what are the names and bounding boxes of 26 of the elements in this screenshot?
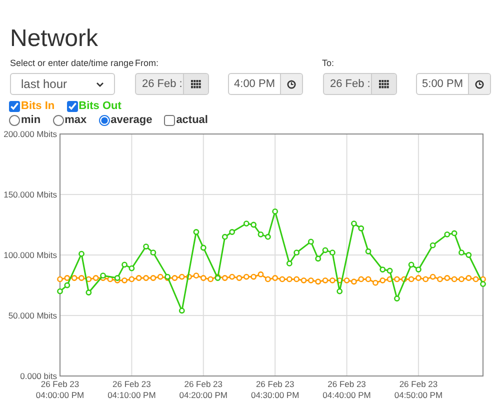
range-value: last hour <box>21 76 68 93</box>
x-tick-label: 26 Feb 23 04:20:00 PM <box>179 379 228 400</box>
date-value: 26 Feb : <box>329 77 371 92</box>
mode-label: min <box>21 113 41 127</box>
mode-label: average <box>110 113 152 127</box>
mode-label: max <box>64 113 87 127</box>
date-value: 26 Feb : <box>141 77 183 92</box>
x-tick-label: 26 Feb 23 04:00:00 PM <box>36 379 84 400</box>
x-tick-label: 26 Feb 23 04:50:00 PM <box>394 379 443 400</box>
page-title: Network <box>10 24 98 54</box>
y-tick-label: 100.000 Mbits <box>4 250 57 260</box>
time-value: 4:00 PM <box>233 77 276 92</box>
from-label: From: <box>135 57 160 70</box>
x-tick-label: 26 Feb 23 04:40:00 PM <box>322 379 371 400</box>
range-label: Select or enter date/time range <box>10 57 135 70</box>
y-tick-label: 200.000 Mbits <box>4 129 57 139</box>
series-label: Bits In <box>21 99 55 113</box>
y-tick-label: 50.000 Mbits <box>8 310 57 320</box>
time-value: 5:00 PM <box>421 77 464 92</box>
y-tick-label: 150.000 Mbits <box>4 190 57 200</box>
x-tick-label: 26 Feb 23 04:10:00 PM <box>108 379 156 400</box>
x-tick-label: 26 Feb 23 04:30:00 PM <box>250 379 300 400</box>
mode-label: actual <box>176 113 208 127</box>
y-tick-label: 0.000 bits <box>20 371 57 381</box>
to-label: To: <box>322 57 334 70</box>
series-label: Bits Out <box>78 99 122 113</box>
